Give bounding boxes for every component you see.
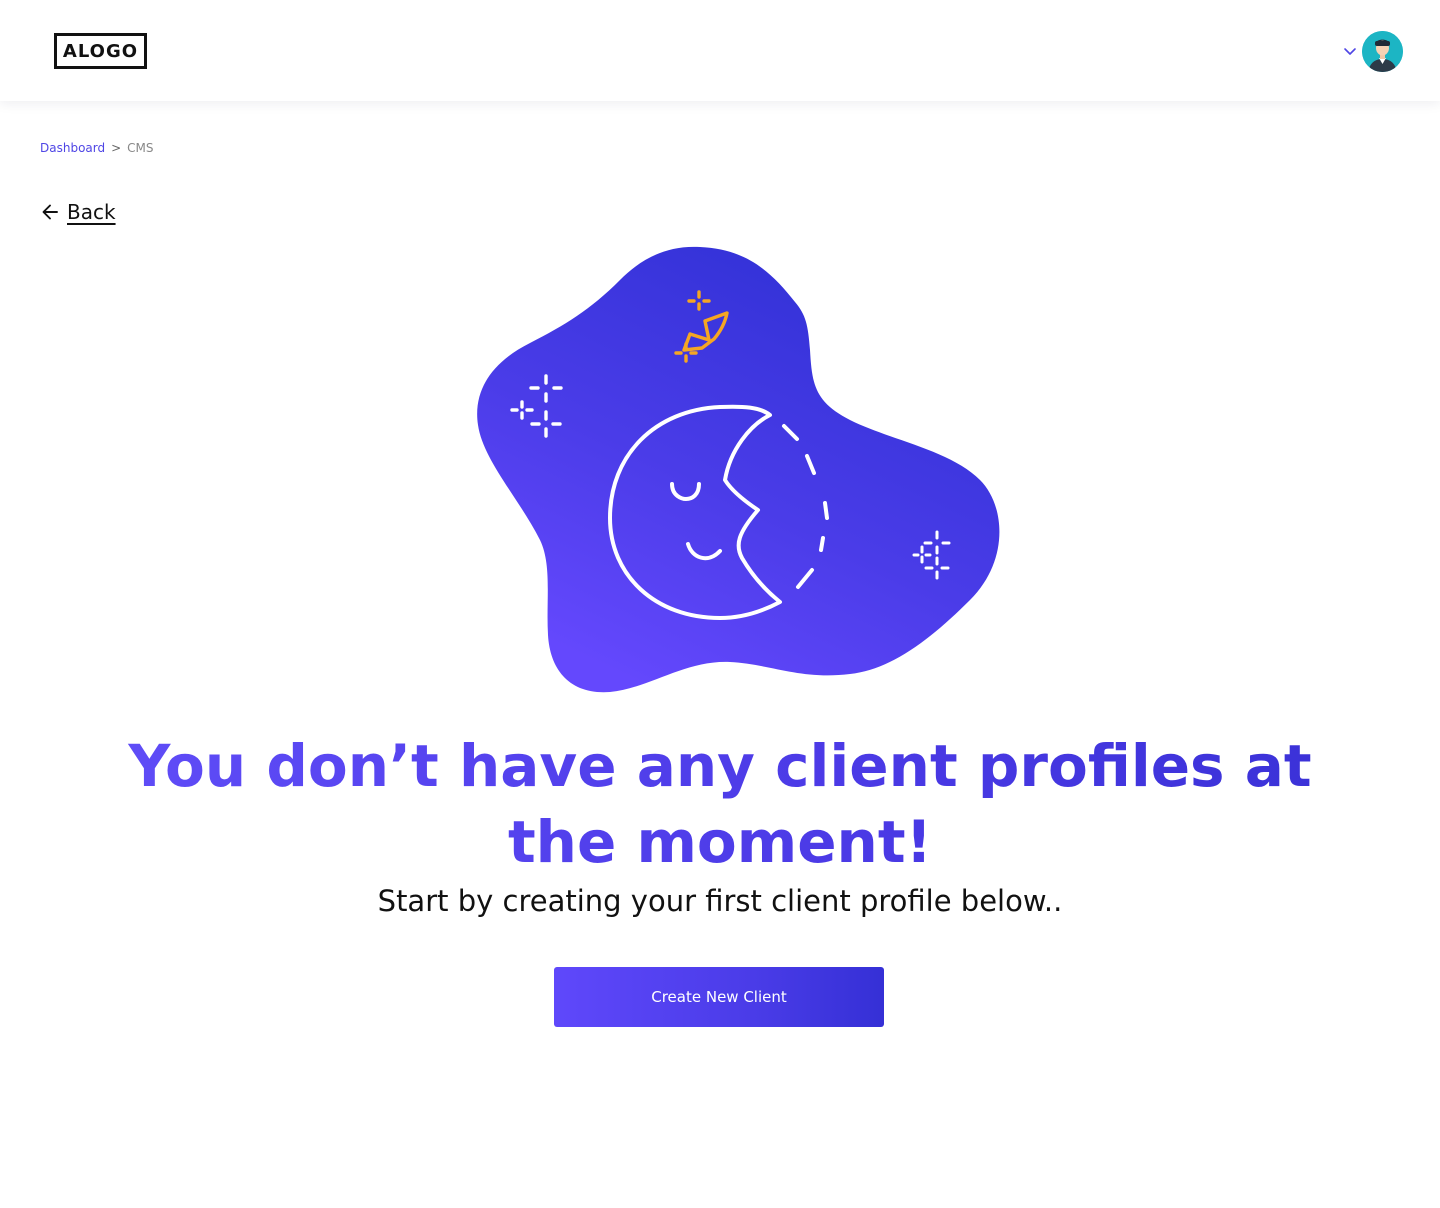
breadcrumb-separator: > <box>111 141 122 155</box>
breadcrumb-dashboard[interactable]: Dashboard <box>40 141 105 155</box>
breadcrumb: Dashboard > CMS <box>40 141 154 155</box>
create-new-client-button[interactable]: Create New Client <box>554 967 884 1027</box>
logo-text: ALOGO <box>62 40 139 62</box>
top-header: ALOGO <box>0 0 1440 101</box>
avatar[interactable] <box>1362 31 1403 72</box>
arrow-left-icon <box>42 204 58 220</box>
headline-line-1: You don’t have any client profiles at <box>128 732 1312 800</box>
blob-shape <box>477 246 1000 693</box>
breadcrumb-cms: CMS <box>127 141 154 155</box>
user-menu[interactable] <box>1342 31 1403 72</box>
user-avatar-icon <box>1362 31 1403 72</box>
sleeping-moon-illustration <box>470 240 1010 700</box>
chevron-down-icon[interactable] <box>1342 44 1358 60</box>
back-label: Back <box>67 200 116 224</box>
headline-line-2: the moment! <box>507 808 933 876</box>
brand-logo[interactable]: ALOGO <box>54 33 147 69</box>
empty-state-subheadline: Start by creating your first client prof… <box>377 884 1063 918</box>
back-link[interactable]: Back <box>40 200 116 224</box>
empty-state-headline: You don’t have any client profiles at th… <box>120 728 1320 880</box>
